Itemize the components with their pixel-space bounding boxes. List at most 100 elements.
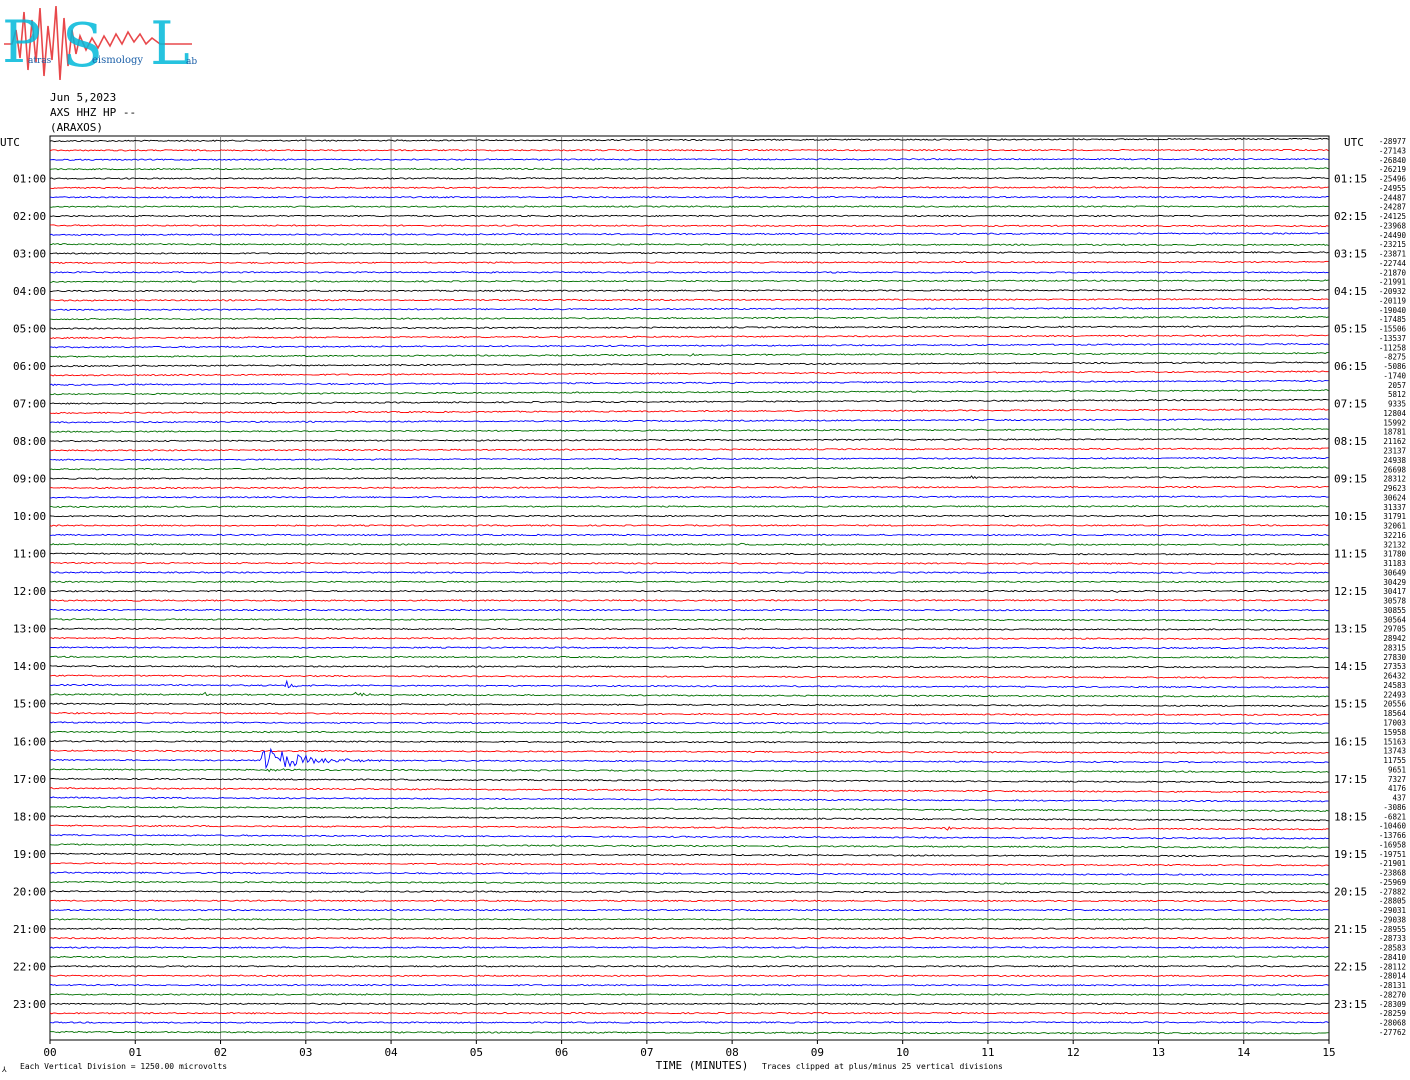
right-hour-label: 21:15 (1334, 923, 1367, 936)
trace-offset-label: -23215 (1379, 240, 1406, 249)
trace-offset-label: -20119 (1379, 296, 1406, 305)
x-axis-title: TIME (MINUTES) (656, 1059, 749, 1072)
trace-line (49, 137, 1329, 143)
trace-line (49, 815, 1329, 822)
trace-offset-label: 30649 (1383, 568, 1406, 577)
right-hour-label: 11:15 (1334, 548, 1367, 561)
trace-offset-label: 27353 (1383, 662, 1406, 671)
trace-line (49, 456, 1329, 461)
trace-offset-label: -28977 (1379, 137, 1406, 146)
trace-line (49, 408, 1329, 415)
trace-line (49, 655, 1329, 659)
trace-line (49, 711, 1329, 716)
trace-offset-label: 31780 (1383, 550, 1406, 559)
trace-line (49, 232, 1329, 236)
right-axis-label: UTC (1344, 136, 1364, 149)
trace-offset-label: -10460 (1379, 822, 1407, 831)
x-tick-label: 02 (214, 1046, 227, 1059)
left-hour-label: 13:00 (13, 623, 46, 636)
trace-offset-label: 28942 (1383, 634, 1406, 643)
right-hour-label: 20:15 (1334, 885, 1367, 898)
trace-line (49, 289, 1329, 293)
right-hour-label: 01:15 (1334, 173, 1367, 186)
trace-offset-label: 15958 (1383, 728, 1406, 737)
right-hour-label: 13:15 (1334, 623, 1367, 636)
trace-line (49, 514, 1329, 518)
right-hour-label: 08:15 (1334, 435, 1367, 448)
trace-offset-label: 15992 (1383, 418, 1406, 427)
trace-line (49, 665, 1329, 669)
trace-line (49, 370, 1329, 377)
left-hour-label: 06:00 (13, 360, 46, 373)
trace-line (49, 195, 1329, 199)
trace-line (49, 890, 1329, 894)
trace-line (49, 636, 1329, 640)
trace-line (49, 251, 1329, 255)
x-tick-label: 15 (1322, 1046, 1335, 1059)
right-hour-label: 15:15 (1334, 698, 1367, 711)
trace-offset-label: 32216 (1383, 531, 1406, 540)
x-tick-label: 08 (726, 1046, 739, 1059)
trace-offset-label: -28733 (1379, 934, 1406, 943)
left-hour-label: 14:00 (13, 660, 46, 673)
trace-line (49, 552, 1329, 556)
trace-line (49, 1021, 1329, 1024)
left-hour-label: 09:00 (13, 473, 46, 486)
seismogram-traces (49, 137, 1329, 1035)
trace-line (49, 918, 1329, 921)
trace-offset-label: 9335 (1388, 400, 1406, 409)
trace-offset-label: -23968 (1379, 221, 1407, 230)
trace-offset-label: -16958 (1379, 840, 1407, 849)
trace-offset-label: -15506 (1379, 325, 1407, 334)
trace-offset-label: 29623 (1383, 484, 1406, 493)
x-tick-label: 06 (555, 1046, 568, 1059)
trace-line (49, 618, 1329, 622)
trace-offset-label: 29705 (1383, 625, 1406, 634)
x-tick-label: 12 (1067, 1046, 1080, 1059)
trace-offset-label: 30855 (1383, 606, 1406, 615)
right-hour-label: 09:15 (1334, 473, 1367, 486)
trace-offset-label: 17003 (1383, 718, 1406, 727)
left-hour-label: 12:00 (13, 585, 46, 598)
trace-line (49, 786, 1329, 794)
scale-note: Each Vertical Division = 1250.00 microvo… (20, 1062, 227, 1071)
trace-line (49, 186, 1329, 190)
right-hour-label: 22:15 (1334, 960, 1367, 973)
trace-line (49, 325, 1329, 330)
trace-line (49, 214, 1329, 218)
trace-offset-label: -28131 (1379, 981, 1406, 990)
trace-line (49, 608, 1329, 612)
trace-offset-label: -28014 (1379, 972, 1407, 981)
trace-line (49, 843, 1329, 849)
trace-line (50, 627, 1329, 631)
trace-line (49, 740, 1329, 744)
trace-line (49, 768, 1329, 774)
trace-offset-label: 27830 (1383, 653, 1406, 662)
trace-offset-label: -24287 (1379, 203, 1406, 212)
trace-offset-label: -28410 (1379, 953, 1407, 962)
trace-offset-label: -26840 (1379, 156, 1407, 165)
trace-line (50, 224, 1329, 228)
left-hour-label: 17:00 (13, 773, 46, 786)
left-hour-label: 07:00 (13, 398, 46, 411)
trace-line (49, 533, 1329, 537)
trace-line (49, 974, 1329, 978)
left-hour-label: 05:00 (13, 323, 46, 336)
trace-offset-label: 26432 (1383, 672, 1406, 681)
trace-line (49, 561, 1329, 565)
left-hour-label: 03:00 (13, 248, 46, 261)
left-hour-label: 19:00 (13, 848, 46, 861)
trace-offset-label: 18564 (1383, 709, 1406, 718)
trace-line (49, 599, 1329, 602)
right-hour-label: 17:15 (1334, 773, 1367, 786)
right-hour-label: 10:15 (1334, 510, 1367, 523)
left-hour-label: 11:00 (13, 548, 46, 561)
trace-offset-label: 12804 (1383, 409, 1406, 418)
trace-line (49, 427, 1329, 433)
trace-offset-label: -29038 (1379, 915, 1407, 924)
trace-offset-label: -28805 (1379, 897, 1406, 906)
left-axis-label: UTC (0, 136, 20, 149)
trace-line (49, 343, 1329, 349)
trace-offset-label: 26698 (1383, 465, 1406, 474)
x-tick-label: 03 (299, 1046, 312, 1059)
